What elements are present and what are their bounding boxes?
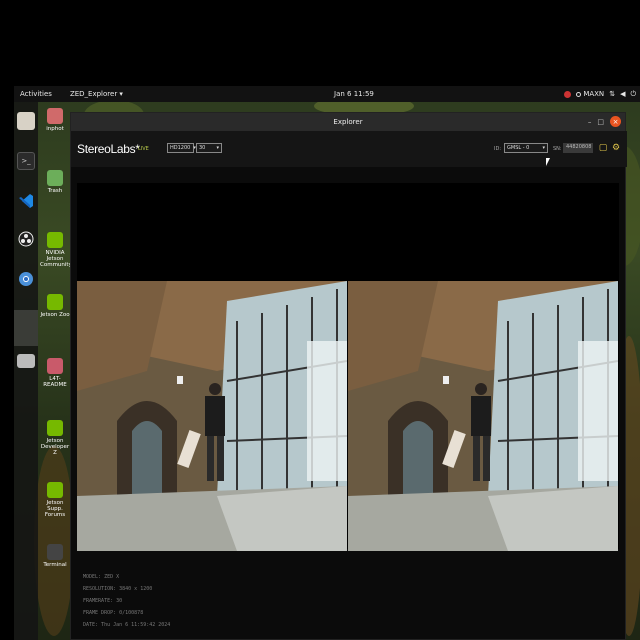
live-badge: LIVE [138,146,149,152]
letterbox-top [0,0,640,86]
network-icon[interactable]: ⇅ [609,90,615,98]
power-icon[interactable]: ⏻ [630,90,636,99]
explorer-window: Explorer – □ × StereoLabs* LIVE HD1200 ▾… [70,112,627,640]
volume-icon[interactable]: ◀ [620,90,625,98]
chevron-down-icon: ▾ [542,145,545,151]
system-tray[interactable]: MAXN ⇅ ◀ ⏻ [564,90,636,99]
nvidia-icon[interactable] [564,90,572,98]
desktop-icon-home[interactable]: inphot [40,108,70,132]
desktop-icon-label: Terminal [43,562,67,568]
desktop-icon-l4t-readme[interactable]: L4T-README [40,358,70,388]
camera-select[interactable]: GMSL - 0 ▾ [504,143,548,153]
fps-select[interactable]: 30 ▾ [196,143,222,153]
desktop-icon-trash[interactable]: Trash [40,170,70,194]
info-framerate: FRAMERATE: 30 [83,598,123,604]
power-mode-label: MAXN [583,90,605,98]
wallpaper-bokeh [34,446,74,636]
camera-value: GMSL - 0 [507,145,530,151]
close-button[interactable]: × [610,116,621,127]
terminal-icon[interactable]: >_ [17,152,35,170]
desktop-icon-jetson-developer[interactable]: Jetson Developer Z [40,420,70,456]
window-titlebar[interactable]: Explorer – □ × [71,113,625,131]
left-camera-image [77,281,347,551]
activities-button[interactable]: Activities [20,90,52,98]
maximize-button[interactable]: □ [597,118,604,126]
info-resolution: RESOLUTION: 3840 x 1200 [83,586,153,592]
chromium-icon[interactable] [17,270,35,288]
power-mode-indicator[interactable]: MAXN [576,90,604,98]
nvidia-link-icon [47,482,63,498]
desktop-icon-terminal[interactable]: Terminal [40,544,70,568]
desktop-icon-jetson-forums[interactable]: Jetson Supp. Forums [40,482,70,518]
fps-value: 30 [199,145,206,151]
folder-icon [47,358,63,374]
desktop-icon-label: L4T-README [43,376,67,388]
info-model: MODEL: ZED X [83,574,120,580]
power-mode-icon [576,91,582,97]
desktop-icon-label: Jetson Developer Z [40,438,70,456]
obs-icon[interactable] [17,230,35,248]
system-top-bar: Activities ZED_Explorer ▾ Jan 6 11:59 MA… [14,86,640,102]
desktop-icon-label: Jetson Zoo [40,312,70,318]
right-camera-image [348,281,618,551]
trash-icon [47,170,63,186]
desktop-icon-label: Jetson Supp. Forums [44,500,66,518]
record-icon[interactable]: ▢ [598,143,608,153]
minimize-button[interactable]: – [588,118,592,126]
desktop-icon-label: inphot [46,126,64,132]
home-folder-icon [47,108,63,124]
files-icon[interactable] [17,112,35,130]
info-frame-drop: FRAME DROP: 0/100878 [83,610,144,616]
camera-id-label: ID: [494,146,502,152]
nvidia-link-icon [47,294,63,310]
desktop-icon-jetson-zoo[interactable]: Jetson Zoo [40,294,70,318]
stereolabs-logo: StereoLabs* [77,142,140,156]
settings-gear-icon[interactable]: ⚙ [611,143,621,153]
terminal-icon [47,544,63,560]
nvidia-link-icon [47,232,63,248]
resolution-select[interactable]: HD1200 ▾ [167,143,196,153]
info-date: DATE: Thu Jan 6 11:59:42 2024 [83,622,171,628]
window-title: Explorer [333,118,363,126]
mouse-cursor [546,158,550,166]
desktop-screen: Activities ZED_Explorer ▾ Jan 6 11:59 MA… [14,86,640,640]
nvidia-link-icon [47,420,63,436]
camera-viewer [77,183,619,551]
desktop-icon-label: NVIDIA Jetson Community [40,250,72,268]
resolution-value: HD1200 [170,145,191,151]
vscode-icon[interactable] [17,192,35,210]
drive-icon[interactable] [17,354,35,368]
explorer-toolbar: StereoLabs* LIVE HD1200 ▾ 30 ▾ ID: GMSL … [71,131,627,167]
serial-field: 44820808 [563,143,593,153]
desktop-icon-nvidia-community[interactable]: NVIDIA Jetson Community [40,232,72,268]
window-controls: – □ × [588,116,621,127]
camera-info-panel: MODEL: ZED X RESOLUTION: 3840 x 1200 FRA… [83,571,170,631]
app-grid-icon[interactable] [14,310,38,346]
desktop-icon-label: Trash [47,188,63,194]
chevron-down-icon: ▾ [216,145,219,151]
serial-label: SN: [553,146,562,152]
dock: >_ [14,102,38,640]
app-menu[interactable]: ZED_Explorer ▾ [70,90,123,98]
clock[interactable]: Jan 6 11:59 [334,90,374,98]
